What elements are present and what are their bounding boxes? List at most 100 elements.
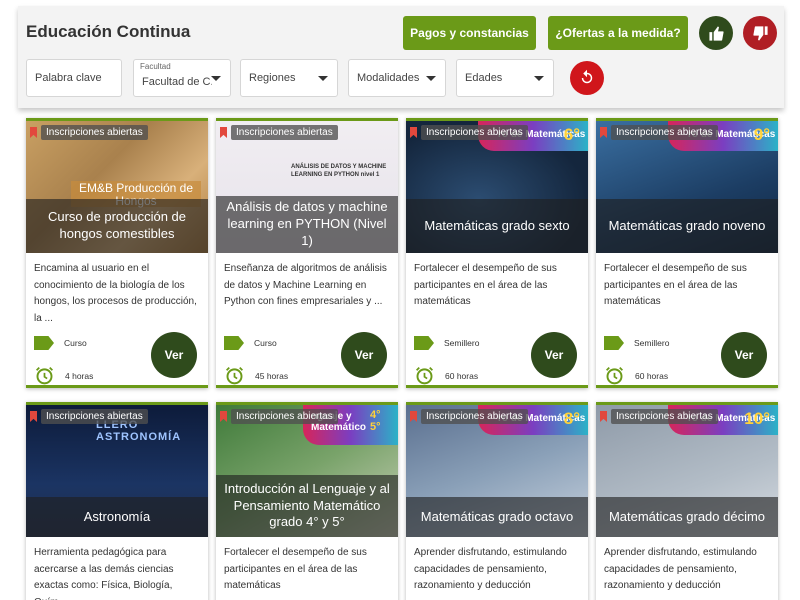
course-title: Matemáticas grado sexto	[406, 199, 588, 253]
course-type: Curso	[224, 336, 277, 350]
alarm-clock-icon	[604, 365, 625, 385]
dislike-button[interactable]	[743, 16, 777, 50]
course-card[interactable]: EM&B Producción de Hongos Inscripciones …	[26, 118, 208, 388]
course-description: Fortalecer el desempeño de sus participa…	[604, 263, 747, 307]
regiones-select[interactable]: Regiones	[240, 59, 338, 97]
status-badge: Inscripciones abiertas	[600, 125, 718, 140]
bookmark-icon	[410, 127, 417, 138]
status-badge: Inscripciones abiertas	[30, 409, 148, 424]
course-image: LLERO ASTRONOMÍA Inscripciones abiertas …	[26, 405, 208, 537]
badge-label: Inscripciones abiertas	[231, 409, 338, 424]
status-badge: Inscripciones abiertas	[220, 125, 338, 140]
keyword-placeholder: Palabra clave	[35, 72, 102, 84]
duration-label: 60 horas	[445, 370, 479, 381]
badge-label: Inscripciones abiertas	[231, 125, 338, 140]
course-title: Astronomía	[26, 497, 208, 537]
thumbs-down-icon	[752, 25, 768, 41]
course-description: Encamina al usuario en el conocimiento d…	[34, 263, 197, 324]
ver-button[interactable]: Ver	[531, 332, 577, 378]
course-image: ro de Matemáticas 8° Inscripciones abier…	[406, 405, 588, 537]
course-card[interactable]: nguaje y Matemático 4° 5° Inscripciones …	[216, 402, 398, 600]
chevron-down-icon	[211, 76, 221, 81]
bookmark-icon	[410, 411, 417, 422]
course-description: Herramienta pedagógica para acercarse a …	[34, 547, 174, 600]
course-card[interactable]: ro de Matemáticas 6° Inscripciones abier…	[406, 118, 588, 388]
tag-icon	[34, 336, 54, 350]
course-image: EM&B Producción de Hongos Inscripciones …	[26, 121, 208, 253]
banner-number: 4° 5°	[370, 409, 381, 433]
duration-label: 60 horas	[635, 370, 669, 381]
filter-toolbar: Educación Continua Pagos y constancias ¿…	[18, 6, 784, 108]
bookmark-icon	[220, 127, 227, 138]
alarm-clock-icon	[414, 365, 435, 385]
chevron-down-icon	[318, 76, 328, 81]
course-image: ANÁLISIS DE DATOS Y MACHINE LEARNING EN …	[216, 121, 398, 253]
course-card[interactable]: ro de Matemáticas 10° Inscripciones abie…	[596, 402, 778, 600]
ver-button[interactable]: Ver	[151, 332, 197, 378]
bookmark-icon	[600, 127, 607, 138]
type-label: Curso	[64, 338, 87, 348]
alarm-clock-icon	[34, 365, 55, 385]
course-card[interactable]: ro de Matemáticas 8° Inscripciones abier…	[406, 402, 588, 600]
badge-label: Inscripciones abiertas	[41, 409, 148, 424]
course-description: Enseñanza de algoritmos de análisis de d…	[224, 263, 387, 307]
banner-number: 9°	[753, 125, 770, 144]
type-label: Semillero	[444, 338, 480, 348]
ofertas-button[interactable]: ¿Ofertas a la medida?	[548, 16, 688, 50]
course-card[interactable]: ro de Matemáticas 9° Inscripciones abier…	[596, 118, 778, 388]
like-button[interactable]	[699, 16, 733, 50]
ver-button[interactable]: Ver	[341, 332, 387, 378]
thumbs-up-icon	[708, 25, 724, 41]
course-card[interactable]: ANÁLISIS DE DATOS Y MACHINE LEARNING EN …	[216, 118, 398, 388]
facultad-select[interactable]: Facultad Facultad de C...	[133, 59, 231, 97]
status-badge: Inscripciones abiertas	[600, 409, 718, 424]
course-title: Curso de producción de hongos comestible…	[26, 199, 208, 253]
modalidades-select[interactable]: Modalidades	[348, 59, 446, 97]
bookmark-icon	[220, 411, 227, 422]
status-badge: Inscripciones abiertas	[30, 125, 148, 140]
badge-label: Inscripciones abiertas	[611, 409, 718, 424]
reset-icon	[581, 69, 593, 84]
image-caption: ANÁLISIS DE DATOS Y MACHINE LEARNING EN …	[291, 164, 387, 178]
duration-label: 4 horas	[65, 370, 94, 381]
course-type: Semillero	[414, 336, 479, 350]
course-description: Fortalecer el desempeño de sus participa…	[224, 547, 367, 591]
course-duration: 60 horas	[414, 365, 479, 385]
pagos-button[interactable]: Pagos y constancias	[403, 16, 536, 50]
course-card[interactable]: LLERO ASTRONOMÍA Inscripciones abiertas …	[26, 402, 208, 600]
status-badge: Inscripciones abiertas	[220, 409, 338, 424]
course-description: Fortalecer el desempeño de sus participa…	[414, 263, 557, 307]
modalidades-label: Modalidades	[357, 72, 420, 84]
course-duration: 60 horas	[604, 365, 669, 385]
badge-label: Inscripciones abiertas	[611, 125, 718, 140]
course-description: Aprender disfrutando, estimulando capaci…	[604, 547, 757, 591]
badge-label: Inscripciones abiertas	[421, 409, 528, 424]
course-image: ro de Matemáticas 9° Inscripciones abier…	[596, 121, 778, 253]
duration-label: 45 horas	[255, 370, 289, 381]
alarm-clock-icon	[224, 365, 245, 385]
reset-filters-button[interactable]	[570, 61, 604, 95]
course-duration: 4 horas	[34, 365, 94, 385]
course-title: Matemáticas grado octavo	[406, 497, 588, 537]
bookmark-icon	[600, 411, 607, 422]
bookmark-icon	[30, 411, 37, 422]
tag-icon	[224, 336, 244, 350]
status-badge: Inscripciones abiertas	[410, 409, 528, 424]
type-label: Curso	[254, 338, 277, 348]
course-description: Aprender disfrutando, estimulando capaci…	[414, 547, 567, 591]
ver-button[interactable]: Ver	[721, 332, 767, 378]
regiones-label: Regiones	[249, 72, 296, 84]
facultad-label: Facultad	[140, 62, 171, 71]
type-label: Semillero	[634, 338, 670, 348]
banner-number: 8°	[563, 409, 580, 428]
edades-select[interactable]: Edades	[456, 59, 554, 97]
keyword-field[interactable]: Palabra clave	[26, 59, 122, 97]
badge-label: Inscripciones abiertas	[41, 125, 148, 140]
facultad-value: Facultad de C...	[142, 76, 212, 88]
course-type: Semillero	[604, 336, 669, 350]
course-duration: 45 horas	[224, 365, 289, 385]
course-image: nguaje y Matemático 4° 5° Inscripciones …	[216, 405, 398, 537]
course-type: Curso	[34, 336, 87, 350]
course-title: Matemáticas grado noveno	[596, 199, 778, 253]
banner-number: 10°	[744, 409, 770, 428]
